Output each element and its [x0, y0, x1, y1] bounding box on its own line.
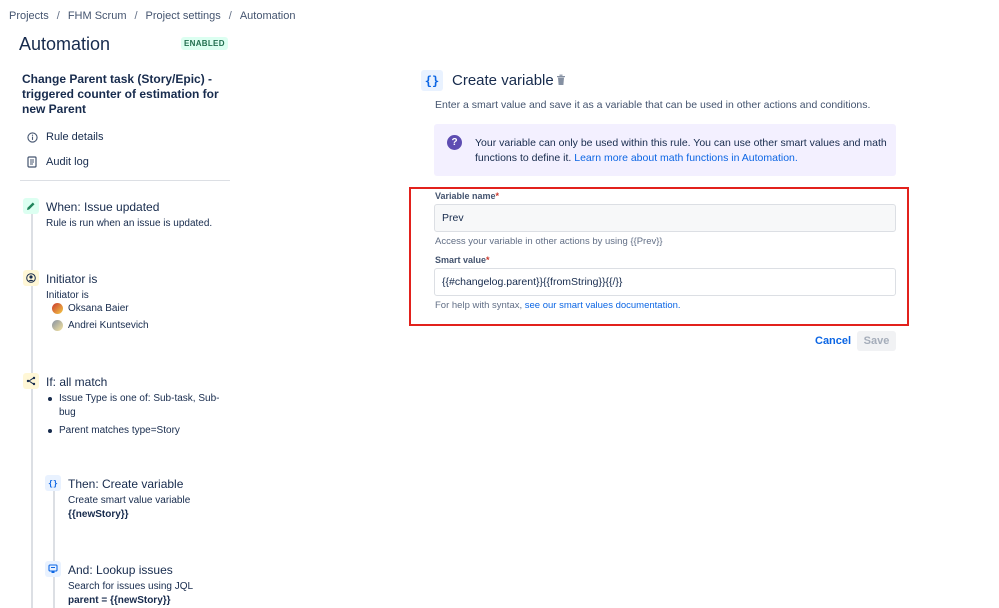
- condition-item: Issue Type is one of: Sub-task, Sub-bug: [46, 392, 226, 420]
- step-description: Create smart value variable: [68, 495, 191, 506]
- user-andrei: Andrei Kuntsevich: [52, 320, 149, 331]
- sidebar-item-rule-details[interactable]: Rule details: [26, 131, 103, 143]
- sidebar-item-audit-log[interactable]: Audit log: [26, 156, 89, 168]
- required-mark: *: [495, 191, 500, 201]
- step-title: If: all match: [46, 375, 108, 389]
- info-text: Your variable can only be used within th…: [475, 136, 887, 166]
- step-description: Rule is run when an issue is updated.: [46, 218, 213, 229]
- user-icon: [23, 270, 39, 286]
- panel-title: Create variable: [452, 72, 554, 89]
- document-icon: [26, 156, 38, 168]
- user-name: Andrei Kuntsevich: [68, 320, 149, 331]
- condition-item: Parent matches type=Story: [46, 424, 226, 438]
- info-icon: [26, 131, 38, 143]
- condition-list: Issue Type is one of: Sub-task, Sub-bug …: [46, 392, 226, 442]
- variable-name-label: Variable name*: [435, 191, 499, 201]
- breadcrumb: Projects / FHM Scrum / Project settings …: [9, 10, 295, 22]
- variable-name-input[interactable]: Prev: [434, 204, 896, 232]
- breadcrumb-separator: /: [56, 10, 60, 22]
- pencil-icon: [23, 198, 39, 214]
- math-functions-link[interactable]: Learn more about math functions in Autom…: [574, 152, 798, 164]
- smart-value-input[interactable]: {{#changelog.parent}}{{fromString}}{{/}}: [434, 268, 896, 296]
- branch-icon: [23, 373, 39, 389]
- search-issues-icon: [45, 561, 61, 577]
- smart-value-help: For help with syntax, see our smart valu…: [435, 300, 681, 311]
- label-text: Smart value: [435, 255, 487, 265]
- avatar: [52, 303, 63, 314]
- status-badge: ENABLED: [181, 37, 228, 50]
- variable-icon: {}: [45, 475, 61, 491]
- breadcrumb-automation[interactable]: Automation: [240, 10, 296, 22]
- step-code: {{newStory}}: [68, 509, 129, 520]
- step-description: Search for issues using JQL: [68, 581, 194, 592]
- sidebar-item-label: Rule details: [46, 131, 104, 143]
- breadcrumb-project-settings[interactable]: Project settings: [146, 10, 221, 22]
- breadcrumb-projects[interactable]: Projects: [9, 10, 49, 22]
- step-code: parent = {{newStory}}: [68, 595, 171, 606]
- breadcrumb-separator: /: [228, 10, 232, 22]
- smart-value-label: Smart value*: [435, 255, 490, 265]
- save-button[interactable]: Save: [857, 331, 896, 351]
- page-title: Automation: [19, 34, 111, 54]
- avatar: [52, 320, 63, 331]
- trash-icon[interactable]: [556, 73, 568, 86]
- timeline-branch-line: [53, 480, 55, 608]
- rule-name: Change Parent task (Story/Epic) - trigge…: [22, 72, 219, 116]
- step-title: Then: Create variable: [68, 477, 184, 491]
- question-icon: ?: [447, 135, 462, 150]
- user-oksana: Oksana Baier: [52, 303, 129, 314]
- variable-name-help: Access your variable in other actions by…: [435, 236, 663, 247]
- step-title: When: Issue updated: [46, 200, 160, 214]
- label-text: Variable name: [435, 191, 496, 201]
- user-name: Oksana Baier: [68, 303, 129, 314]
- info-banner: ? Your variable can only be used within …: [434, 124, 896, 176]
- smart-values-doc-link[interactable]: see our smart values documentation.: [525, 300, 681, 311]
- help-text: For help with syntax,: [435, 300, 525, 311]
- variable-icon: {}: [421, 70, 443, 91]
- cancel-button[interactable]: Cancel: [809, 331, 857, 351]
- required-mark: *: [486, 255, 490, 265]
- step-title: And: Lookup issues: [68, 563, 173, 577]
- sidebar-divider: [20, 180, 230, 181]
- breadcrumb-project[interactable]: FHM Scrum: [68, 10, 127, 22]
- step-title: Initiator is: [46, 272, 98, 286]
- sidebar-item-label: Audit log: [46, 156, 89, 168]
- breadcrumb-separator: /: [134, 10, 138, 22]
- step-description: Initiator is: [46, 290, 89, 301]
- panel-description: Enter a smart value and save it as a var…: [435, 99, 871, 111]
